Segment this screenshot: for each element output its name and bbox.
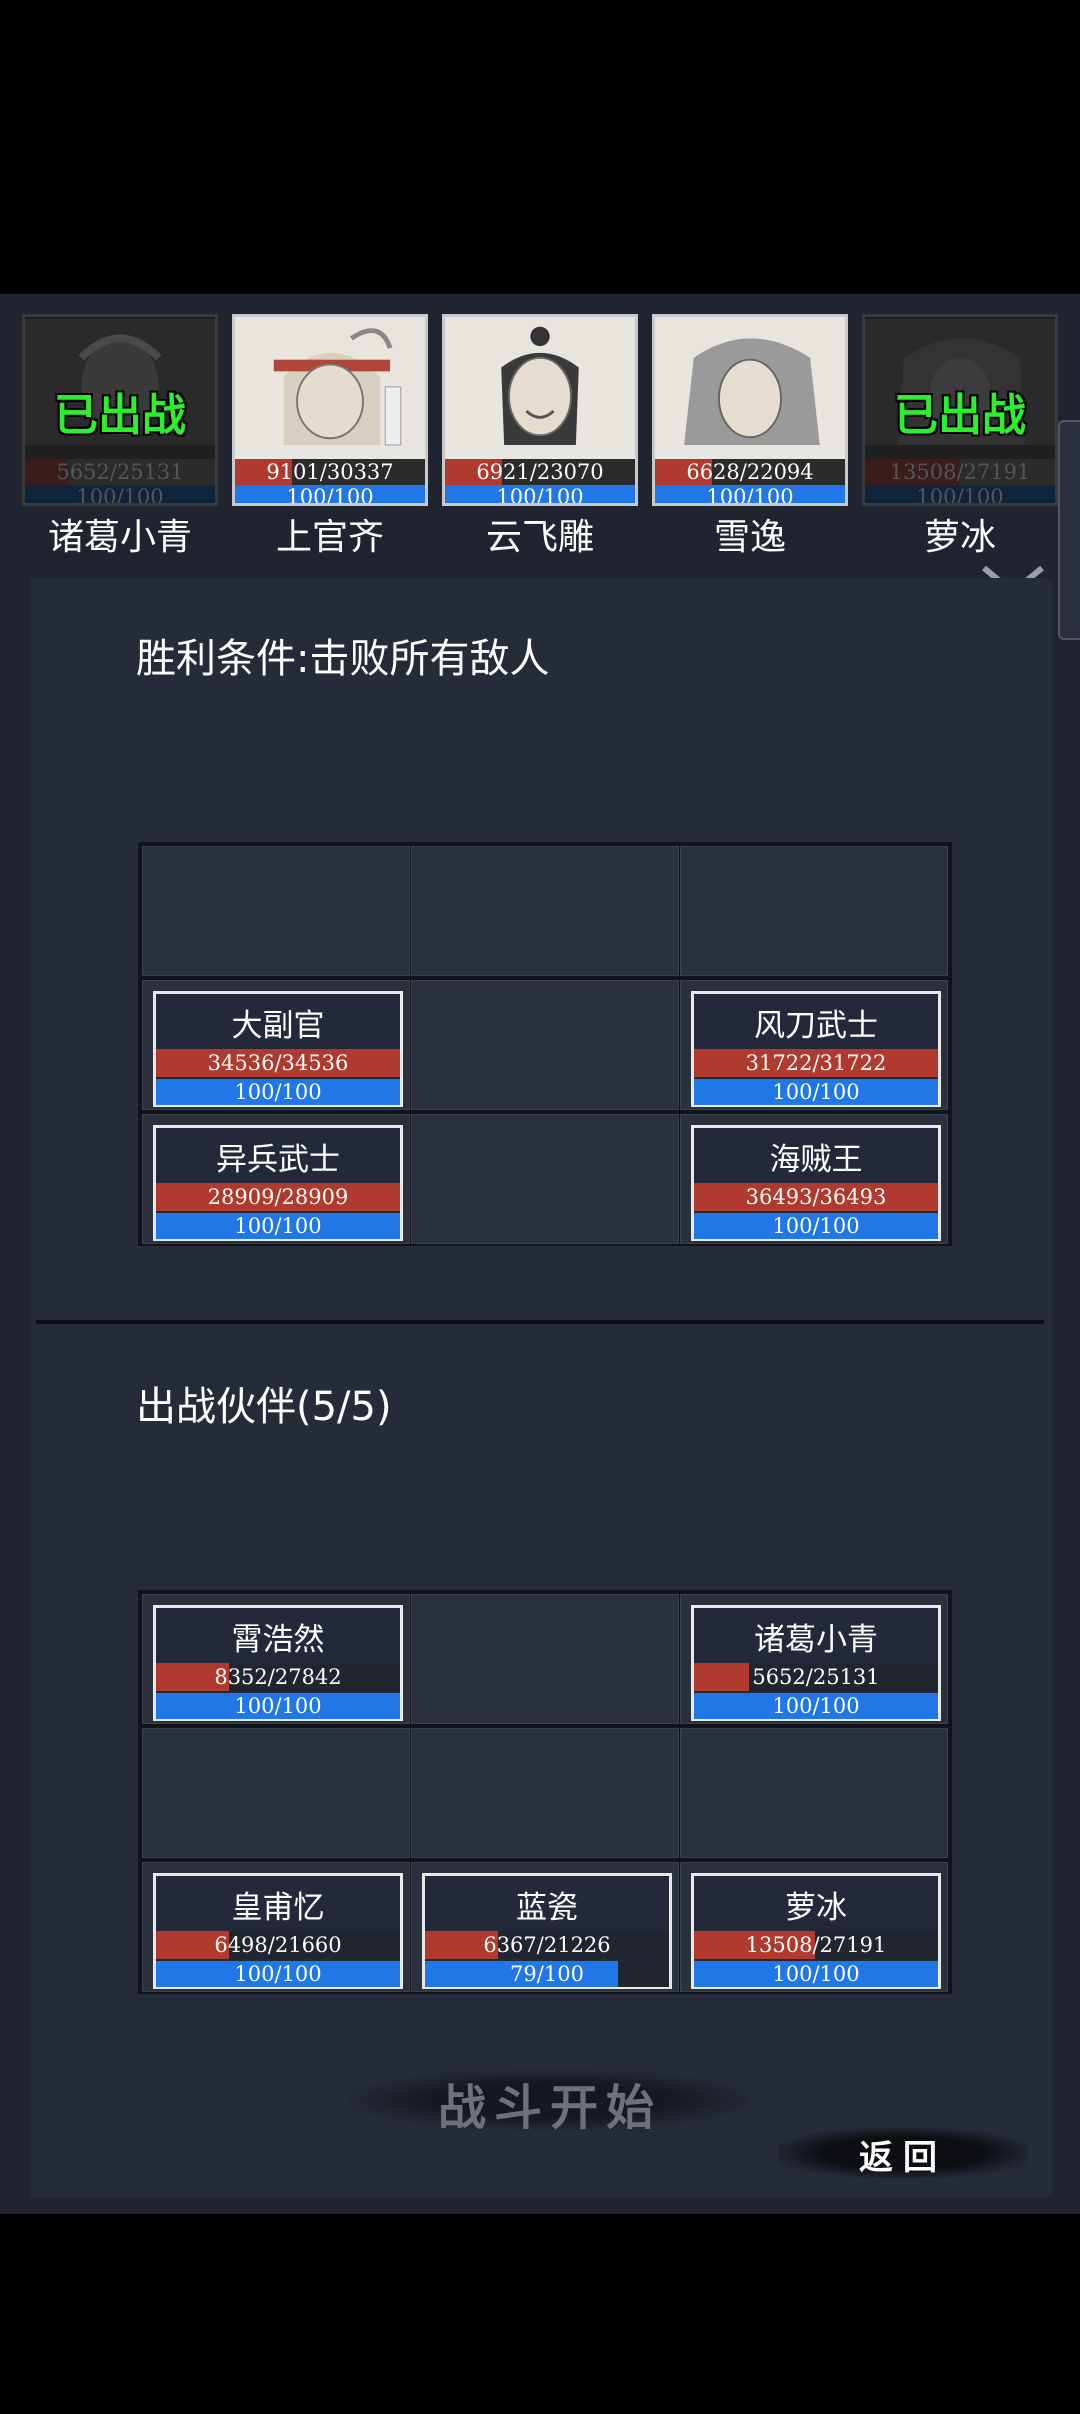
mp-bar: 100/100 (694, 1961, 938, 1987)
hp-bar: 6628/22094 (655, 459, 845, 485)
enemy-formation-grid: 大副官 34536/34536 100/100 风刀武士 31722/31722… (138, 842, 952, 1246)
hp-bar: 8352/27842 (156, 1663, 400, 1691)
victory-condition: 胜利条件:击败所有敌人 (136, 636, 550, 682)
hp-bar: 6367/21226 (425, 1931, 669, 1959)
grid-cell[interactable] (411, 980, 679, 1110)
roster-card-2[interactable]: 6921/23070 100/100 (442, 314, 638, 506)
roster-name-2: 云飞雕 (485, 517, 594, 558)
grid-cell[interactable] (411, 1114, 679, 1244)
back-button[interactable]: 返回 (778, 2124, 1028, 2180)
mp-bar: 100/100 (156, 1213, 400, 1239)
roster-card-3[interactable]: 6628/22094 100/100 (652, 314, 848, 506)
start-battle-button[interactable]: 战斗开始 (350, 2060, 750, 2140)
grid-cell[interactable] (411, 1728, 679, 1858)
grid-cell[interactable]: 皇甫忆 6498/21660 100/100 (142, 1862, 410, 1992)
grid-cell[interactable]: 风刀武士 31722/31722 100/100 (680, 980, 948, 1110)
unit-name: 诸葛小青 (754, 1622, 878, 1658)
grid-cell[interactable] (142, 846, 410, 976)
mp-bar: 100/100 (655, 485, 845, 503)
grid-cell[interactable]: 大副官 34536/34536 100/100 (142, 980, 410, 1110)
hp-bar: 5652/25131 (694, 1663, 938, 1691)
partner-unit[interactable]: 皇甫忆 6498/21660 100/100 (153, 1873, 403, 1989)
unit-name: 皇甫忆 (231, 1890, 325, 1926)
enemy-unit[interactable]: 大副官 34536/34536 100/100 (153, 991, 403, 1107)
hp-bar: 13508/27191 (694, 1931, 938, 1959)
mp-bar: 100/100 (445, 485, 635, 503)
hp-bar: 9101/30337 (235, 459, 425, 485)
partner-unit[interactable]: 霄浩然 8352/27842 100/100 (153, 1605, 403, 1721)
portrait-image (235, 318, 425, 446)
hp-bar: 28909/28909 (156, 1183, 400, 1211)
start-battle-label: 战斗开始 (437, 2080, 662, 2136)
partner-unit[interactable]: 诸葛小青 5652/25131 100/100 (691, 1605, 941, 1721)
hp-bar: 13508/27191 (865, 459, 1055, 485)
partner-formation-grid: 霄浩然 8352/27842 100/100 诸葛小青 5652/25131 1… (138, 1590, 952, 1994)
mp-bar: 100/100 (694, 1693, 938, 1719)
section-divider (36, 1320, 1044, 1324)
hp-bar: 6498/21660 (156, 1931, 400, 1959)
partners-title: 出战伙伴(5/5) (136, 1384, 392, 1430)
unit-name: 大副官 (231, 1008, 325, 1044)
mp-bar: 100/100 (25, 485, 215, 503)
mp-bar: 100/100 (156, 1079, 400, 1105)
unit-name: 风刀武士 (754, 1008, 878, 1044)
grid-cell[interactable]: 异兵武士 28909/28909 100/100 (142, 1114, 410, 1244)
unit-name: 海贼王 (769, 1142, 863, 1178)
mp-bar: 100/100 (694, 1213, 938, 1239)
grid-cell[interactable] (411, 846, 679, 976)
deployed-tag: 已出战 (54, 390, 186, 441)
roster-card-4[interactable]: 已出战 13508/27191 100/100 (862, 314, 1058, 506)
back-label: 返回 (859, 2138, 947, 2178)
unit-name: 蓝瓷 (516, 1890, 578, 1926)
roster-name-0: 诸葛小青 (47, 517, 192, 558)
grid-cell[interactable]: 海贼王 36493/36493 100/100 (680, 1114, 948, 1244)
hp-bar: 31722/31722 (694, 1049, 938, 1077)
enemy-unit[interactable]: 风刀武士 31722/31722 100/100 (691, 991, 941, 1107)
grid-cell[interactable] (411, 1594, 679, 1724)
partner-unit[interactable]: 萝冰 13508/27191 100/100 (691, 1873, 941, 1989)
mp-bar: 100/100 (235, 485, 425, 503)
grid-cell[interactable] (680, 846, 948, 976)
hp-bar: 34536/34536 (156, 1049, 400, 1077)
grid-cell[interactable] (680, 1728, 948, 1858)
grid-cell[interactable]: 霄浩然 8352/27842 100/100 (142, 1594, 410, 1724)
roster-name-3: 雪逸 (713, 517, 786, 558)
bottom-bar (0, 2214, 1080, 2414)
grid-cell[interactable]: 诸葛小青 5652/25131 100/100 (680, 1594, 948, 1724)
unit-name: 霄浩然 (231, 1622, 325, 1658)
mp-bar: 100/100 (865, 485, 1055, 503)
mp-bar: 100/100 (694, 1079, 938, 1105)
enemy-unit[interactable]: 异兵武士 28909/28909 100/100 (153, 1125, 403, 1241)
mp-bar: 100/100 (156, 1961, 400, 1987)
roster-strip[interactable]: 已出战 5652/25131 100/100 诸葛小青 9101/30337 1… (0, 300, 1080, 560)
unit-name: 异兵武士 (216, 1142, 340, 1178)
roster-card-1[interactable]: 9101/30337 100/100 (232, 314, 428, 506)
hp-bar: 6921/23070 (445, 459, 635, 485)
roster-card-0[interactable]: 已出战 5652/25131 100/100 (22, 314, 218, 506)
hp-bar: 36493/36493 (694, 1183, 938, 1211)
enemy-unit[interactable]: 海贼王 36493/36493 100/100 (691, 1125, 941, 1241)
grid-cell[interactable]: 蓝瓷 6367/21226 79/100 (411, 1862, 679, 1992)
deployed-tag: 已出战 (894, 390, 1026, 441)
grid-cell[interactable]: 萝冰 13508/27191 100/100 (680, 1862, 948, 1992)
portrait-image (655, 318, 845, 446)
roster-name-1: 上官齐 (275, 517, 384, 558)
mp-bar: 100/100 (156, 1693, 400, 1719)
grid-cell[interactable] (142, 1728, 410, 1858)
portrait-image (445, 318, 635, 446)
hp-bar: 5652/25131 (25, 459, 215, 485)
roster-name-4: 萝冰 (923, 517, 996, 558)
side-drawer-tab[interactable] (1058, 420, 1080, 640)
partner-unit[interactable]: 蓝瓷 6367/21226 79/100 (422, 1873, 672, 1989)
unit-name: 萝冰 (785, 1890, 847, 1926)
mp-bar: 79/100 (425, 1961, 669, 1987)
